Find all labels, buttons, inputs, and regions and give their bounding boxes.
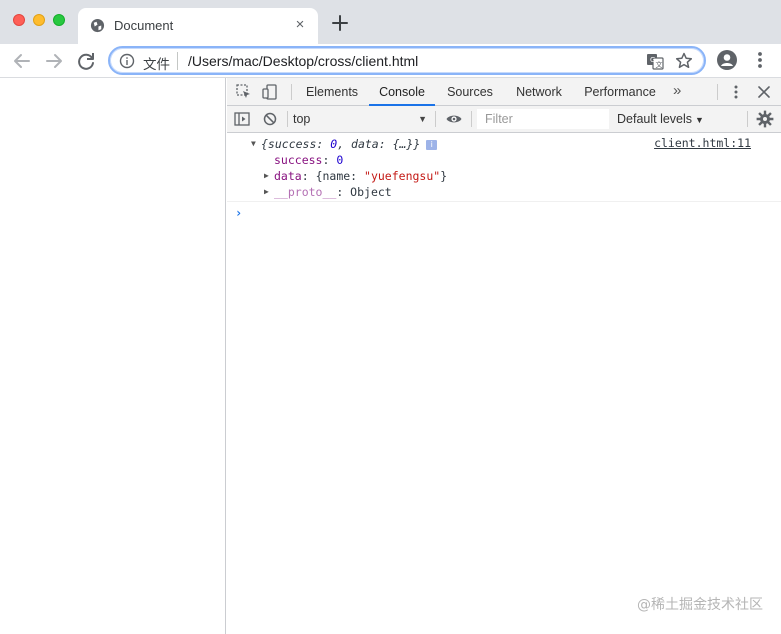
bookmark-star-icon[interactable]: [674, 51, 694, 71]
svg-text:文: 文: [656, 60, 663, 69]
address-scheme-label: 文件: [143, 57, 170, 72]
tab-title: Document: [114, 18, 174, 33]
close-devtools-icon[interactable]: [755, 83, 773, 101]
property-value: Object: [350, 185, 392, 199]
zoom-window-button[interactable]: [53, 14, 65, 26]
translate-icon[interactable]: G 文: [646, 52, 664, 70]
property-row-data[interactable]: data: {name: "yuefengsu"}: [274, 168, 447, 184]
property-separator: :: [322, 153, 337, 167]
toolbar-divider: [287, 111, 288, 127]
devtools-panel: Elements Console Sources Network Perform…: [227, 78, 781, 634]
summary-prefix: {success:: [261, 137, 331, 151]
property-separator: :: [301, 169, 316, 183]
browser-tab[interactable]: Document ×: [78, 8, 318, 44]
data-preview-close: }: [440, 169, 448, 183]
devtools-tab-bar: Elements Console Sources Network Perform…: [227, 78, 781, 106]
context-select-value: top: [293, 112, 311, 126]
source-link[interactable]: client.html:11: [654, 136, 751, 150]
console-output: ▼ {success: 0 , data: {…}} i client.html:1…: [227, 134, 781, 220]
device-toolbar-icon[interactable]: [261, 83, 279, 101]
toolbar-divider: [435, 111, 436, 127]
property-row-proto[interactable]: __proto__: Object: [274, 184, 392, 200]
tab-network[interactable]: Network: [509, 78, 569, 106]
live-expression-eye-icon[interactable]: [445, 110, 463, 128]
dropdown-arrow-icon: ▼: [418, 114, 427, 124]
profile-avatar-icon[interactable]: [716, 49, 738, 71]
log-levels-select[interactable]: Default levels ▼: [617, 109, 704, 129]
back-arrow-icon[interactable]: [10, 49, 34, 73]
info-icon[interactable]: [119, 53, 135, 69]
address-divider: [177, 52, 178, 70]
toolbar-divider: [717, 84, 718, 100]
inspect-element-icon[interactable]: [235, 83, 253, 101]
expand-triangle-right-icon[interactable]: ▶: [264, 184, 269, 200]
console-toolbar: top ▼ Default levels▼: [227, 106, 781, 133]
log-summary[interactable]: {success: 0, data: {…}} i: [261, 136, 438, 152]
browser-toolbar: 文件 /Users/mac/Desktop/cross/client.html …: [0, 44, 781, 78]
tab-performance[interactable]: Performance: [579, 78, 661, 106]
console-filter-input[interactable]: [477, 109, 609, 129]
address-url[interactable]: /Users/mac/Desktop/cross/client.html: [188, 53, 418, 69]
new-tab-icon[interactable]: [330, 13, 350, 33]
property-key: data: [274, 169, 302, 183]
kebab-menu-icon[interactable]: [750, 49, 770, 71]
tab-sources[interactable]: Sources: [439, 78, 501, 106]
log-levels-label: Default levels: [617, 112, 693, 126]
console-prompt-icon[interactable]: ›: [235, 206, 242, 220]
info-badge-icon[interactable]: i: [426, 140, 438, 150]
console-log-entry: ▼ {success: 0 , data: {…}} i client.html:1…: [227, 134, 781, 202]
clear-console-icon[interactable]: [261, 110, 279, 128]
console-settings-gear-icon[interactable]: [756, 110, 774, 128]
tab-close-icon[interactable]: ×: [292, 17, 308, 33]
browser-tabstrip: Document ×: [0, 0, 781, 44]
reload-icon[interactable]: [74, 49, 98, 73]
summary-suffix: }: [413, 137, 421, 151]
toolbar-divider: [747, 111, 748, 127]
page-viewport: [0, 78, 226, 634]
data-name-value: "yuefengsu": [364, 169, 441, 183]
summary-mid: , data:: [337, 137, 393, 151]
property-value: 0: [336, 153, 344, 167]
data-preview-open: {name:: [315, 169, 365, 183]
context-select[interactable]: top ▼: [293, 109, 431, 129]
expand-triangle-down-icon[interactable]: ▼: [251, 136, 256, 152]
tab-elements[interactable]: Elements: [299, 78, 365, 106]
minimize-window-button[interactable]: [33, 14, 45, 26]
tab-console[interactable]: Console: [369, 78, 435, 106]
devtools-menu-icon[interactable]: [727, 83, 745, 101]
address-bar[interactable]: 文件 /Users/mac/Desktop/cross/client.html …: [108, 46, 706, 75]
property-separator: :: [336, 185, 351, 199]
more-tabs-chevron-icon[interactable]: »: [673, 78, 681, 106]
forward-arrow-icon[interactable]: [42, 49, 66, 73]
show-sidebar-icon[interactable]: [233, 110, 251, 128]
toolbar-divider: [471, 111, 472, 127]
globe-icon: [90, 18, 105, 33]
summary-data-value: {…}: [392, 137, 414, 151]
toolbar-divider: [291, 84, 292, 100]
dropdown-arrow-icon: ▼: [695, 115, 704, 125]
expand-triangle-right-icon[interactable]: ▶: [264, 168, 269, 184]
close-window-button[interactable]: [13, 14, 25, 26]
property-row-success: success: 0: [274, 152, 343, 168]
property-key: __proto__: [274, 185, 337, 199]
watermark: @稀土掘金技术社区: [637, 597, 763, 613]
property-key: success: [274, 153, 323, 167]
